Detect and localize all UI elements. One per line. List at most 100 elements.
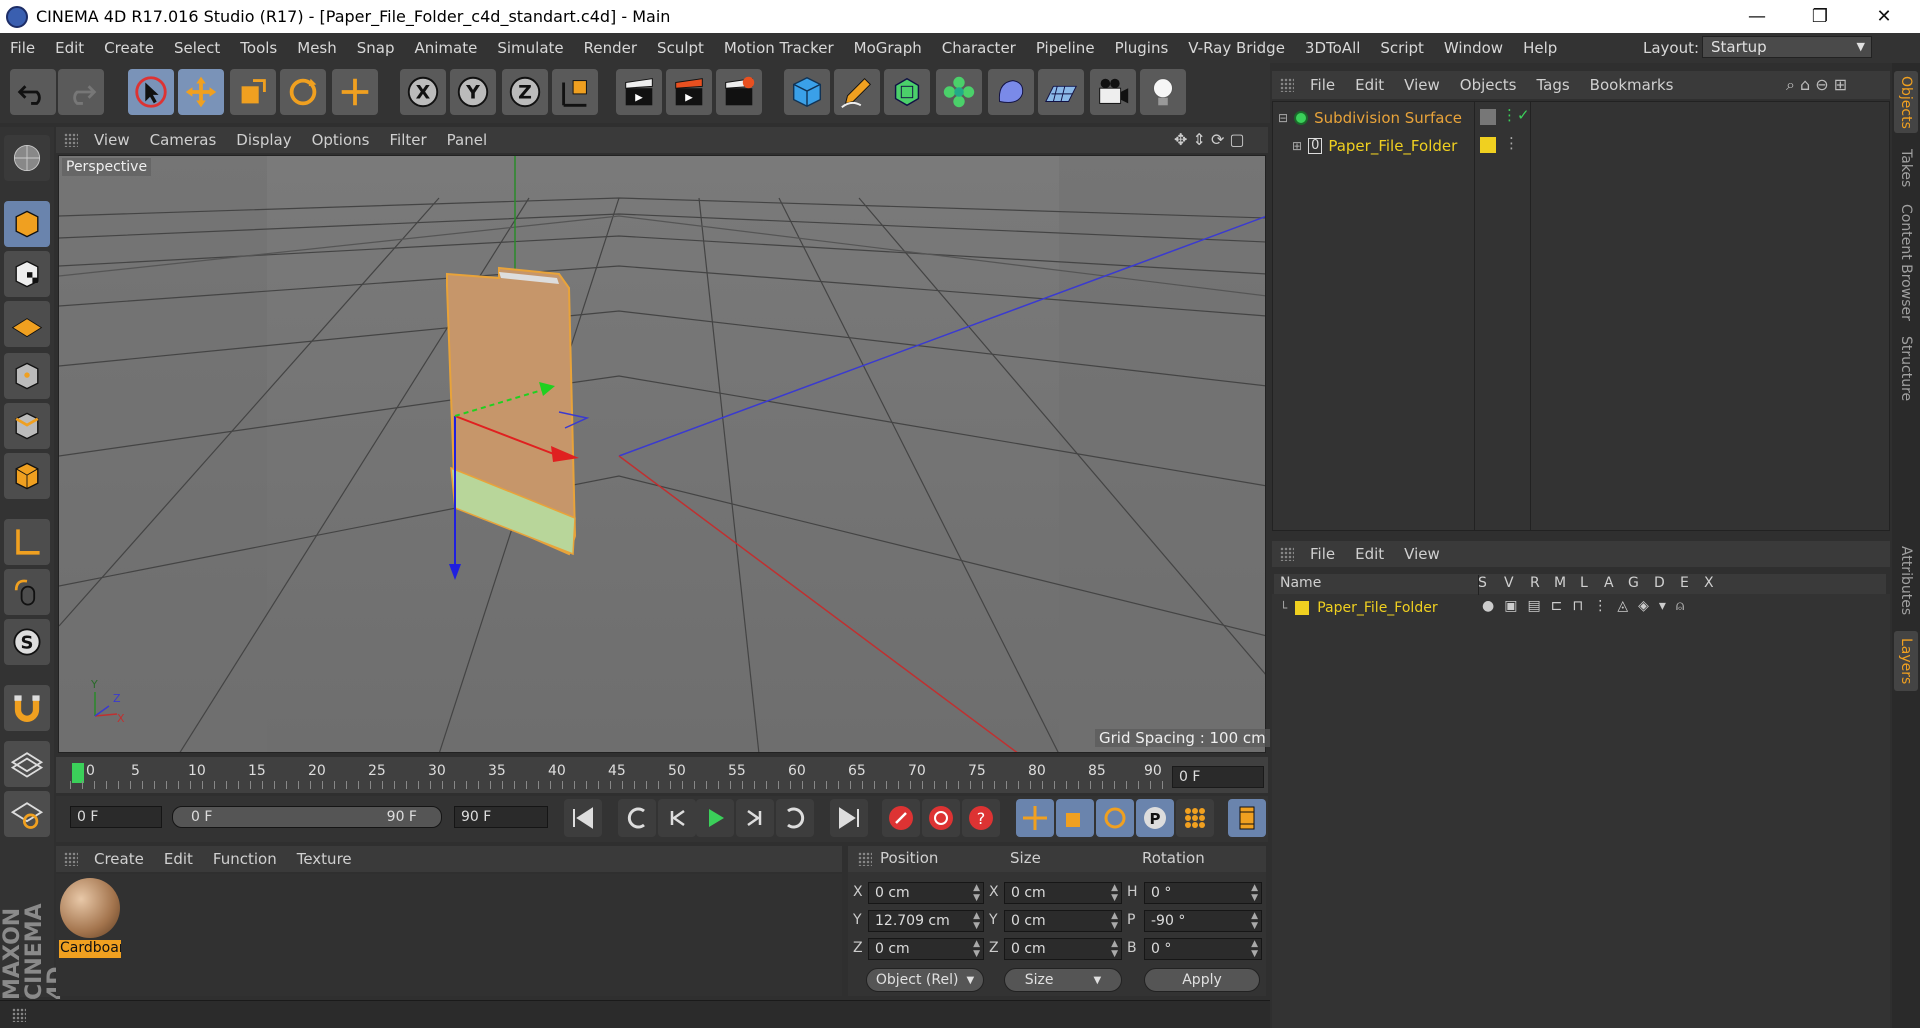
viewport-navigation-icons[interactable]: ✥ ⇕ ⟳ ▢	[1174, 130, 1245, 149]
layer-swatch-icon[interactable]	[1480, 109, 1496, 125]
rotation-key-button[interactable]	[1096, 799, 1134, 837]
min-frame-field[interactable]: 0 F	[70, 806, 162, 828]
solo-button[interactable]: S	[4, 619, 50, 665]
next-frame-button[interactable]	[736, 799, 774, 837]
rotation-h-field[interactable]: 0 ° ▲ ▼	[1144, 882, 1262, 904]
column-name[interactable]: Name	[1280, 575, 1321, 591]
texture-mode-button[interactable]	[4, 251, 50, 297]
previous-key-button[interactable]	[618, 799, 656, 837]
x-axis-button[interactable]: X	[400, 69, 446, 115]
expand-icon[interactable]: ⊞	[1292, 139, 1302, 153]
rotation-p-field[interactable]: -90 ° ▲ ▼	[1144, 910, 1262, 932]
column-xref[interactable]: X	[1704, 575, 1714, 591]
object-menu-tags[interactable]: Tags	[1526, 76, 1579, 94]
parameter-key-button[interactable]: P	[1136, 799, 1174, 837]
points-mode-button[interactable]	[4, 353, 50, 399]
tab-layers[interactable]: Layers	[1894, 631, 1918, 691]
timeline-ruler[interactable]: 0 5 10 15 20 25 30 35 40 45 50 55 60 65 …	[56, 757, 1268, 793]
column-deformers[interactable]: D	[1654, 575, 1665, 591]
viewport-menu-options[interactable]: Options	[302, 131, 380, 149]
size-mode-select[interactable]: Size ▼	[1004, 968, 1122, 992]
position-z-field[interactable]: 0 cm ▲ ▼	[868, 938, 984, 960]
y-axis-button[interactable]: Y	[450, 69, 496, 115]
rotate-tool-button[interactable]	[280, 69, 326, 115]
menu-window[interactable]: Window	[1434, 39, 1513, 57]
live-selection-button[interactable]	[128, 69, 174, 115]
panel-grip-icon[interactable]	[1280, 547, 1294, 561]
layer-menu-file[interactable]: File	[1300, 545, 1345, 563]
material-preview-swatch[interactable]	[60, 878, 120, 938]
position-y-field[interactable]: 12.709 cm ▲ ▼	[868, 910, 984, 932]
coordinate-system-button[interactable]	[552, 69, 598, 115]
tab-structure[interactable]: Structure	[1894, 329, 1918, 409]
layer-color-swatch[interactable]	[1480, 137, 1496, 153]
material-menu-function[interactable]: Function	[203, 850, 287, 868]
menu-tools[interactable]: Tools	[230, 39, 287, 57]
workplane-mode-button[interactable]	[4, 301, 50, 347]
redo-button[interactable]	[58, 69, 104, 115]
keyframe-selection-button[interactable]: ?	[962, 799, 1000, 837]
axis-mode-button[interactable]	[4, 519, 50, 565]
polygons-mode-button[interactable]	[4, 453, 50, 499]
coordinate-mode-select[interactable]: Object (Rel) ▼	[866, 968, 984, 992]
layer-menu-view[interactable]: View	[1394, 545, 1450, 563]
position-key-button[interactable]	[1016, 799, 1054, 837]
material-menu-edit[interactable]: Edit	[154, 850, 203, 868]
point-level-animation-button[interactable]	[1176, 799, 1214, 837]
position-x-field[interactable]: 0 cm ▲ ▼	[868, 882, 984, 904]
render-settings-button[interactable]	[716, 69, 762, 115]
menu-vray-bridge[interactable]: V-Ray Bridge	[1178, 39, 1295, 57]
menu-snap[interactable]: Snap	[347, 39, 405, 57]
add-camera-button[interactable]	[1090, 69, 1136, 115]
close-button[interactable]: ✕	[1856, 0, 1912, 33]
menu-simulate[interactable]: Simulate	[487, 39, 573, 57]
material-menu-create[interactable]: Create	[84, 850, 154, 868]
timeline-window-button[interactable]	[1228, 799, 1266, 837]
panel-grip-icon[interactable]	[64, 852, 78, 866]
move-tool-button[interactable]	[178, 69, 224, 115]
visibility-dots-icon[interactable]: ⋮	[1504, 134, 1519, 152]
spinner-icon[interactable]: ▲ ▼	[1111, 911, 1118, 931]
autokeying-button[interactable]	[922, 799, 960, 837]
layer-color-swatch[interactable]	[1295, 601, 1310, 615]
menu-animate[interactable]: Animate	[405, 39, 488, 57]
menu-help[interactable]: Help	[1513, 39, 1567, 57]
menu-edit[interactable]: Edit	[45, 39, 94, 57]
size-y-field[interactable]: 0 cm ▲ ▼	[1004, 910, 1122, 932]
minimize-button[interactable]: —	[1729, 0, 1785, 33]
menu-mograph[interactable]: MoGraph	[844, 39, 932, 57]
menu-pipeline[interactable]: Pipeline	[1026, 39, 1105, 57]
current-frame-field[interactable]: 0 F	[1172, 766, 1264, 788]
record-active-objects-button[interactable]	[882, 799, 920, 837]
viewport-menu-filter[interactable]: Filter	[379, 131, 436, 149]
object-manager-nav-icons[interactable]: ⌕ ⌂ ⊖ ⊞	[1786, 75, 1847, 95]
frame-range-slider[interactable]: 0 F 90 F	[172, 806, 442, 828]
panel-grip-icon[interactable]	[858, 852, 872, 866]
menu-3dtoall[interactable]: 3DToAll	[1295, 39, 1370, 57]
object-menu-bookmarks[interactable]: Bookmarks	[1580, 76, 1684, 94]
scale-key-button[interactable]	[1056, 799, 1094, 837]
planar-workplane-button[interactable]	[4, 791, 50, 837]
scale-tool-button[interactable]	[230, 69, 276, 115]
add-deformer-button[interactable]	[988, 69, 1034, 115]
perspective-viewport[interactable]: Y Z X	[58, 155, 1266, 753]
collapse-icon[interactable]: ⊟	[1278, 111, 1288, 125]
spinner-icon[interactable]: ▲ ▼	[1251, 883, 1258, 903]
snap-button[interactable]	[4, 685, 50, 731]
spinner-icon[interactable]: ▲ ▼	[1251, 939, 1258, 959]
tab-takes[interactable]: Takes	[1894, 143, 1918, 193]
render-picture-viewer-button[interactable]	[666, 69, 712, 115]
menu-render[interactable]: Render	[574, 39, 647, 57]
spinner-icon[interactable]: ▲ ▼	[1111, 939, 1118, 959]
menu-create[interactable]: Create	[94, 39, 164, 57]
tab-content-browser[interactable]: Content Browser	[1894, 203, 1918, 321]
viewport-menu-cameras[interactable]: Cameras	[140, 131, 227, 149]
add-cube-button[interactable]	[784, 69, 830, 115]
next-key-button[interactable]	[776, 799, 814, 837]
column-view[interactable]: V	[1504, 575, 1514, 591]
layout-select[interactable]: Startup ▼	[1702, 36, 1872, 58]
add-mograph-cloner-button[interactable]	[936, 69, 982, 115]
add-light-button[interactable]	[1140, 69, 1186, 115]
object-menu-view[interactable]: View	[1394, 76, 1450, 94]
add-floor-button[interactable]	[1038, 69, 1084, 115]
